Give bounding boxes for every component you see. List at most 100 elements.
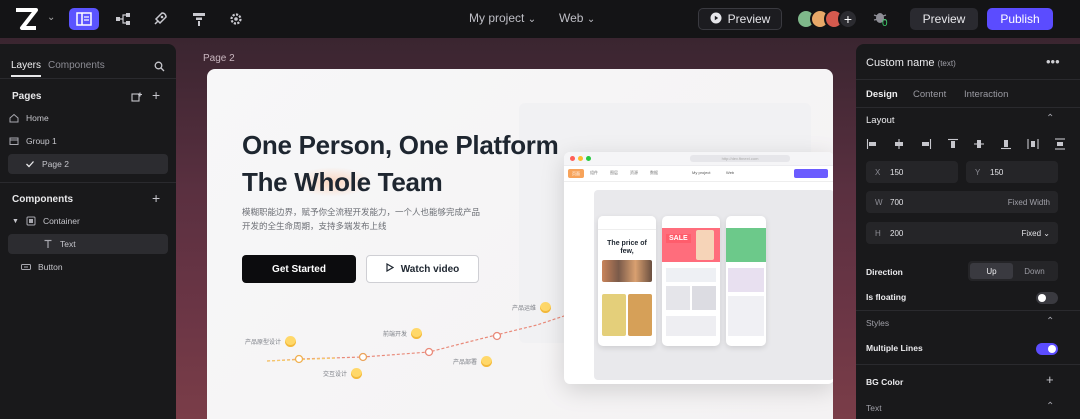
add-collaborator-button[interactable]: + xyxy=(838,9,858,29)
preview-secondary-button[interactable]: Preview xyxy=(910,8,978,30)
page-item-label: Home xyxy=(26,113,49,123)
plus-icon[interactable]: + xyxy=(152,190,160,206)
width-field[interactable]: W 700 Fixed Width xyxy=(866,191,1058,213)
issue-count: 0 xyxy=(882,18,888,29)
step-label: 产品部署 xyxy=(453,356,493,367)
settings-icon[interactable] xyxy=(221,8,251,30)
layout-icon[interactable] xyxy=(69,8,99,30)
collapse-icon[interactable]: ⌃ xyxy=(1046,316,1054,327)
page-frame-label[interactable]: Page 2 xyxy=(203,53,235,64)
mockup-project: My project xyxy=(692,170,711,175)
component-icon[interactable] xyxy=(184,8,214,30)
tab-design[interactable]: Design xyxy=(866,89,898,100)
logo-icon[interactable] xyxy=(14,8,40,30)
toggle-knob xyxy=(1048,345,1056,353)
width-mode[interactable]: Fixed Width xyxy=(1008,198,1050,207)
height-field[interactable]: H 200 Fixed ⌄ xyxy=(866,222,1058,244)
mockup-url: http://dev.fbnext.com xyxy=(690,155,790,162)
collapse-icon[interactable]: ⌃ xyxy=(1046,401,1054,412)
align-right-icon[interactable] xyxy=(920,137,932,149)
y-value[interactable]: 150 xyxy=(990,168,1003,177)
h-value[interactable]: 200 xyxy=(890,229,903,238)
align-left-icon[interactable] xyxy=(866,137,878,149)
tab-interaction[interactable]: Interaction xyxy=(964,89,1008,100)
top-bar: ⌄ My project ⌄ Web ⌄ Preview + 0 Preview… xyxy=(0,0,1080,38)
layer-item-button[interactable]: Button xyxy=(8,257,168,277)
layer-item-text[interactable]: Text xyxy=(8,234,168,254)
x-field[interactable]: X 150 xyxy=(866,161,958,183)
more-icon[interactable]: ••• xyxy=(1046,54,1060,69)
x-value[interactable]: 150 xyxy=(890,168,903,177)
direction-toggle[interactable]: Up Down xyxy=(968,261,1058,281)
y-field[interactable]: Y 150 xyxy=(966,161,1058,183)
search-icon[interactable] xyxy=(154,59,165,77)
collapse-icon[interactable]: ⌃ xyxy=(1046,113,1054,124)
page-item-group-1[interactable]: Group 1 xyxy=(8,131,168,151)
x-label: X xyxy=(875,167,881,177)
left-panel: Layers Components Pages + Home Group 1 P… xyxy=(0,44,176,419)
bg-color-label: BG Color xyxy=(866,377,904,387)
page-item-page-2[interactable]: Page 2 xyxy=(8,154,168,174)
phone-image xyxy=(696,230,714,260)
play-icon xyxy=(710,12,722,27)
divider xyxy=(0,182,176,183)
height-mode[interactable]: Fixed ⌄ xyxy=(1022,229,1051,238)
page-item-home[interactable]: Home xyxy=(8,108,168,128)
mockup-publish xyxy=(794,169,828,178)
emoji-icon xyxy=(540,302,552,313)
step-text: 产品运维 xyxy=(512,306,537,312)
deploy-icon[interactable] xyxy=(145,8,175,30)
publish-button[interactable]: Publish xyxy=(987,8,1053,30)
preview-label: Preview xyxy=(727,12,771,26)
phone-banner xyxy=(726,228,766,262)
add-page-icon[interactable] xyxy=(131,90,142,108)
direction-up[interactable]: Up xyxy=(970,263,1013,279)
tab-components[interactable]: Components xyxy=(48,60,105,71)
step-label: 交互设计 xyxy=(323,368,363,379)
divider xyxy=(856,310,1080,311)
plus-icon[interactable]: + xyxy=(152,87,160,103)
layer-item-label: Container xyxy=(42,216,80,226)
phone-image xyxy=(602,294,626,336)
project-selector[interactable]: My project ⌄ xyxy=(469,11,536,25)
right-panel: Custom name (text) ••• Design Content In… xyxy=(856,44,1080,419)
chevron-down-icon: ⌄ xyxy=(1043,228,1050,238)
align-top-icon[interactable] xyxy=(947,137,959,149)
layer-item-container[interactable]: ▼ Container xyxy=(8,211,168,231)
step-label: 前端开发 xyxy=(383,328,423,339)
chevron-down-icon[interactable]: ⌄ xyxy=(47,12,55,23)
caret-icon[interactable]: ▼ xyxy=(12,218,19,225)
w-value[interactable]: 700 xyxy=(890,198,903,207)
selected-element-title[interactable]: Custom name (text) xyxy=(866,57,956,69)
height-mode-value: Fixed xyxy=(1021,228,1042,238)
align-bottom-icon[interactable] xyxy=(1000,137,1012,150)
window-dot xyxy=(586,156,591,161)
mockup-tab: 资源 xyxy=(630,170,638,175)
app-mockup: http://dev.fbnext.com 页面 组件 图层 资源 数据 My … xyxy=(564,152,833,384)
tab-content[interactable]: Content xyxy=(913,89,946,100)
plus-icon[interactable]: + xyxy=(1046,372,1054,387)
platform-selector[interactable]: Web ⌄ xyxy=(559,11,595,25)
mockup-web: Web xyxy=(726,170,735,175)
align-center-v-icon[interactable] xyxy=(973,137,985,149)
components-title: Components xyxy=(12,194,74,205)
folder-icon xyxy=(8,135,20,147)
mockup-tab: 组件 xyxy=(590,170,598,175)
page-frame[interactable]: One Person, One Platform The Whole Team … xyxy=(207,69,833,419)
phone-row xyxy=(666,316,716,336)
mockup-tab: 页面 xyxy=(568,169,584,178)
preview-button[interactable]: Preview xyxy=(698,8,782,30)
distribute-v-icon[interactable] xyxy=(1054,137,1066,150)
page-item-label: Group 1 xyxy=(26,136,57,146)
direction-down[interactable]: Down xyxy=(1013,263,1056,279)
multiple-lines-toggle[interactable] xyxy=(1036,343,1058,355)
align-center-h-icon[interactable] xyxy=(893,137,905,149)
mockup-canvas: The price of few, SALE xyxy=(594,190,833,380)
floating-toggle[interactable] xyxy=(1036,292,1058,304)
phone-image xyxy=(692,286,716,310)
w-label: W xyxy=(875,197,883,207)
emoji-icon xyxy=(285,336,297,347)
flow-icon[interactable] xyxy=(108,8,138,30)
distribute-h-icon[interactable] xyxy=(1027,137,1039,149)
tab-layers[interactable]: Layers xyxy=(11,60,41,71)
